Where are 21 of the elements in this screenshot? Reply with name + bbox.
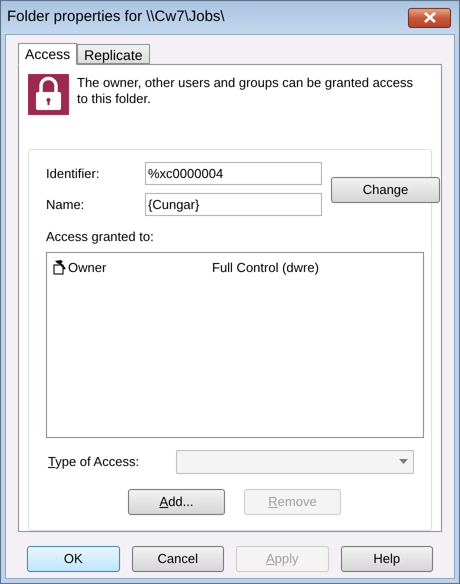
field-label: Name: (46, 196, 86, 214)
dropdown-arrow-icon (399, 459, 408, 464)
field-label: Type of Access: (47, 452, 140, 471)
window-title: Folder properties for \\Cw7\Jobs\ (7, 7, 225, 28)
text-field[interactable]: {Cungar} (145, 193, 322, 216)
change-button[interactable]: Change (331, 177, 440, 203)
add-button[interactable]: Add... (128, 488, 225, 514)
tab[interactable]: Replicate (77, 44, 150, 64)
tab[interactable]: Access (18, 43, 78, 65)
list-cell[interactable]: Owner (68, 258, 212, 277)
field-label: Identifier: (46, 164, 100, 183)
dialog-button[interactable]: Cancel (132, 546, 224, 572)
dialog-button[interactable]: Help (340, 546, 433, 572)
close-button[interactable] (408, 8, 451, 28)
close-icon (424, 12, 436, 23)
dialog-button[interactable]: OK (27, 546, 120, 572)
padlock-icon (28, 74, 69, 115)
text-field[interactable]: %xc0000004 (145, 162, 322, 185)
description-text: The owner, other users and groups can be granted access to this folder. (77, 74, 414, 108)
list-label: Access granted to: (46, 228, 155, 246)
list-cell[interactable]: Full Control (dwre) (212, 258, 319, 277)
